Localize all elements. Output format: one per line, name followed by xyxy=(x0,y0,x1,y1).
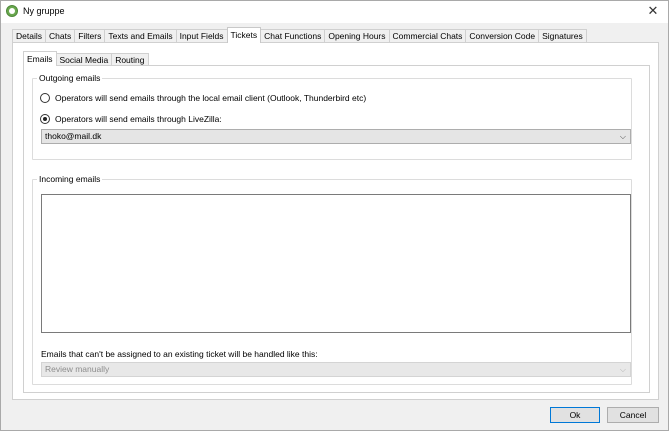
chevron-down-icon: ⌵ xyxy=(619,365,626,374)
tab-conversion-code[interactable]: Conversion Code xyxy=(465,29,540,43)
incoming-accounts-list[interactable] xyxy=(41,194,631,333)
radio-local-client[interactable] xyxy=(40,93,50,103)
email-account-value: thoko@mail.dk xyxy=(45,131,102,141)
tab-signatures[interactable]: Signatures xyxy=(538,29,587,43)
tab-tickets[interactable]: Tickets xyxy=(226,27,262,43)
radio-local-client-row[interactable]: Operators will send emails through the l… xyxy=(40,93,366,103)
dialog-window: Ny gruppe ✕ Details Chats Filters Texts … xyxy=(0,0,669,431)
tab-opening-hours[interactable]: Opening Hours xyxy=(324,29,390,43)
radio-livezilla[interactable] xyxy=(40,114,50,124)
tickets-tab-panel: Emails Social Media Routing Outgoing ema… xyxy=(12,42,659,400)
tab-filters[interactable]: Filters xyxy=(74,29,106,43)
main-tab-strip: Details Chats Filters Texts and Emails I… xyxy=(12,27,587,43)
title-bar: Ny gruppe ✕ xyxy=(1,1,668,23)
tab-commercial-chats[interactable]: Commercial Chats xyxy=(388,29,467,43)
subtab-emails[interactable]: Emails xyxy=(23,51,57,66)
chevron-down-icon: ⌵ xyxy=(619,132,626,141)
cancel-button[interactable]: Cancel xyxy=(607,407,659,423)
unassigned-handling-select[interactable]: Review manually ⌵ xyxy=(41,362,631,377)
close-icon[interactable]: ✕ xyxy=(644,3,662,19)
ok-button[interactable]: Ok xyxy=(550,407,600,423)
tab-texts-and-emails[interactable]: Texts and Emails xyxy=(104,29,177,43)
unassigned-handling-value: Review manually xyxy=(45,364,110,374)
outgoing-emails-group: Outgoing emails Operators will send emai… xyxy=(32,73,632,160)
email-account-select[interactable]: thoko@mail.dk ⌵ xyxy=(41,129,631,144)
tab-chat-functions[interactable]: Chat Functions xyxy=(260,29,326,43)
incoming-emails-group: Incoming emails Emails that can't be ass… xyxy=(32,174,632,385)
emails-subpanel: Outgoing emails Operators will send emai… xyxy=(23,65,650,393)
tab-chats[interactable]: Chats xyxy=(44,29,76,43)
radio-livezilla-row[interactable]: Operators will send emails through LiveZ… xyxy=(40,114,222,124)
radio-local-client-label: Operators will send emails through the l… xyxy=(55,93,367,103)
incoming-emails-legend: Incoming emails xyxy=(37,174,103,184)
app-icon xyxy=(6,5,18,17)
unassigned-handling-label: Emails that can't be assigned to an exis… xyxy=(41,349,318,359)
sub-tab-strip: Emails Social Media Routing xyxy=(23,51,149,66)
outgoing-emails-legend: Outgoing emails xyxy=(37,73,103,83)
window-title: Ny gruppe xyxy=(23,6,65,16)
tab-input-fields[interactable]: Input Fields xyxy=(175,29,228,43)
tab-details[interactable]: Details xyxy=(12,29,46,43)
radio-livezilla-label: Operators will send emails through LiveZ… xyxy=(55,114,222,124)
